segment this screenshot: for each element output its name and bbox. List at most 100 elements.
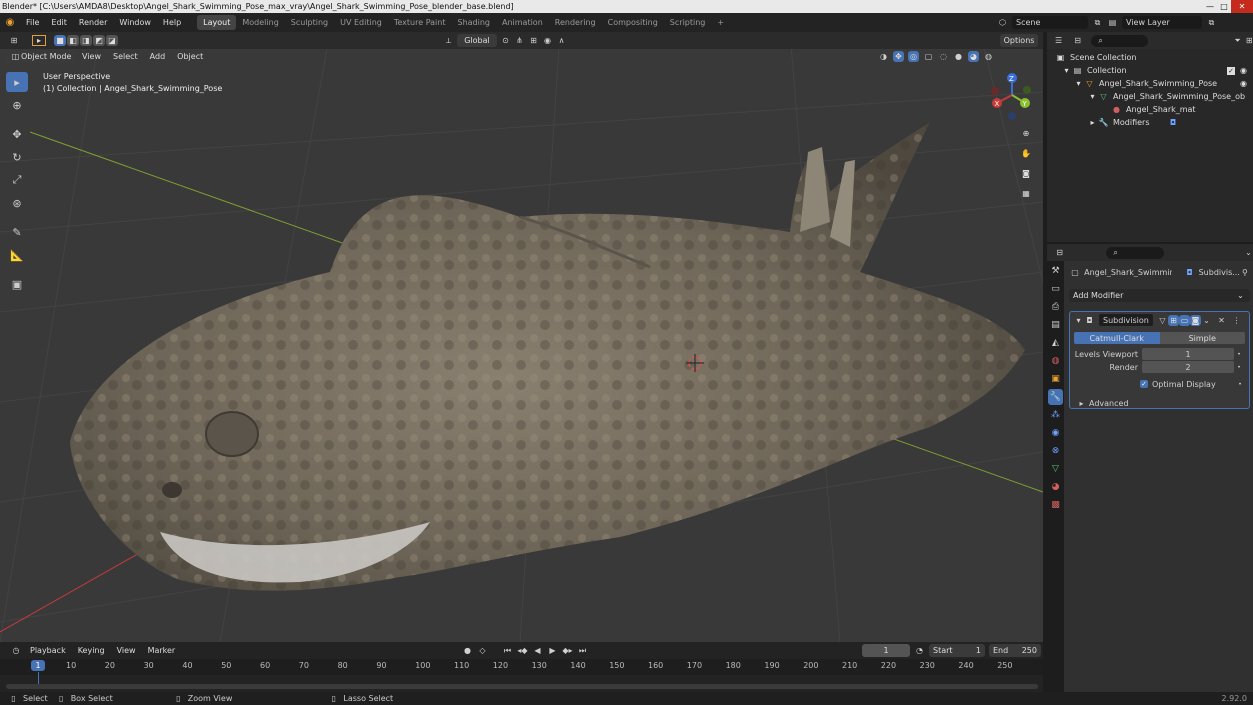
menu-render[interactable]: Render xyxy=(73,18,113,27)
proportional-falloff-icon[interactable]: ∧ xyxy=(556,35,567,46)
keyframe-icon[interactable]: ◇ xyxy=(477,645,488,656)
menu-edit[interactable]: Edit xyxy=(45,18,73,27)
display-mode-icon[interactable]: ⊟ xyxy=(1072,35,1083,46)
blender-logo-icon[interactable]: ◉ xyxy=(0,17,20,28)
outliner-mesh[interactable]: ▾ ▽ Angel_Shark_Swimming_Pose_ob xyxy=(1047,90,1253,103)
tab-shading[interactable]: Shading xyxy=(451,15,496,30)
new-scene-icon[interactable]: ⧉ xyxy=(1092,17,1103,28)
viewport-canvas[interactable]: Z X Y xyxy=(0,32,1043,642)
particles-tab-icon[interactable]: ⁂ xyxy=(1048,407,1063,423)
snap-target-icon[interactable]: ⊞ xyxy=(528,35,539,46)
select-mode-icon[interactable]: ▸ xyxy=(32,35,46,46)
simple-tab[interactable]: Simple xyxy=(1159,332,1245,344)
eye-icon[interactable]: ◉ xyxy=(1238,65,1249,76)
snap-icon[interactable]: ⋔ xyxy=(514,35,525,46)
catmull-clark-tab[interactable]: Catmull-Clark xyxy=(1074,332,1160,344)
annotate-tool-icon[interactable]: ✎ xyxy=(6,222,28,242)
view-layer-icon[interactable]: ▤ xyxy=(1107,17,1118,28)
timeline-scrollbar[interactable] xyxy=(6,684,1038,689)
close-button[interactable]: ✕ xyxy=(1231,0,1253,13)
outliner-collection[interactable]: ▾ ▤ Collection ✓ ◉ xyxy=(1047,64,1253,77)
3d-viewport[interactable]: Z X Y User Perspective (1) Collection | … xyxy=(0,32,1043,642)
scene-field[interactable]: Scene xyxy=(1012,16,1088,29)
menu-file[interactable]: File xyxy=(20,18,45,27)
xray-icon[interactable]: ▢ xyxy=(923,51,934,62)
timeline-editor[interactable]: ◷ Playback Keying View Marker ● ◇ ⏮ ◂◆ ◀… xyxy=(0,642,1043,692)
outliner-scene-collection[interactable]: ▣ Scene Collection xyxy=(1047,51,1253,64)
pivot-point-icon[interactable]: ⊙ xyxy=(500,35,511,46)
collapse-arrow-icon[interactable]: ▾ xyxy=(1087,91,1098,102)
view-layer-field[interactable]: View Layer xyxy=(1122,16,1202,29)
select-new-icon[interactable]: ■ xyxy=(54,35,66,46)
new-collection-icon[interactable]: ⊞ xyxy=(1245,35,1253,46)
overlay-toggle-icon[interactable]: ◎ xyxy=(908,51,919,62)
camera-view-icon[interactable]: ◙ xyxy=(1018,166,1034,180)
tab-compositing[interactable]: Compositing xyxy=(602,15,664,30)
viewport-toggle-icon[interactable]: ▭ xyxy=(1179,314,1190,326)
modifier-name-field[interactable]: Subdivision xyxy=(1099,314,1153,326)
start-frame-field[interactable]: Start 1 xyxy=(929,644,985,657)
next-keyframe-icon[interactable]: ◆▸ xyxy=(562,645,573,656)
render-toggle-icon[interactable]: ◙ xyxy=(1190,314,1201,326)
select-invert-icon[interactable]: ◩ xyxy=(93,35,105,46)
current-frame-field[interactable]: 1 xyxy=(862,644,910,657)
tab-animation[interactable]: Animation xyxy=(496,15,549,30)
advanced-subpanel-header[interactable]: ▸ Advanced xyxy=(1076,397,1249,409)
tab-scripting[interactable]: Scripting xyxy=(664,15,712,30)
outliner-material[interactable]: ● Angel_Shark_mat xyxy=(1047,103,1253,116)
object-tab-icon[interactable]: ▣ xyxy=(1048,371,1063,387)
play-reverse-icon[interactable]: ◀ xyxy=(532,645,543,656)
cursor-tool-icon[interactable]: ⊕ xyxy=(6,95,28,115)
texture-tab-icon[interactable]: ▩ xyxy=(1048,497,1063,513)
menu-keying[interactable]: Keying xyxy=(72,646,111,655)
levels-viewport-field[interactable]: 1 xyxy=(1142,348,1234,360)
navigation-gizmo[interactable]: Z X Y xyxy=(991,73,1031,120)
gizmo-toggle-icon[interactable]: ✥ xyxy=(893,51,904,62)
collapse-arrow-icon[interactable]: ▾ xyxy=(1061,65,1072,76)
material-tab-icon[interactable]: ◕ xyxy=(1048,479,1063,495)
world-tab-icon[interactable]: ◍ xyxy=(1048,353,1063,369)
tool-tab-icon[interactable]: ⚒ xyxy=(1048,263,1063,279)
zoom-icon[interactable]: ⊕ xyxy=(1018,126,1034,140)
keyframe-dot-icon[interactable]: • xyxy=(1234,349,1244,360)
select-intersect-icon[interactable]: ◪ xyxy=(106,35,118,46)
perspective-grid-icon[interactable]: ▦ xyxy=(1018,186,1034,200)
jump-end-icon[interactable]: ⏭ xyxy=(577,645,588,656)
menu-timeline-view[interactable]: View xyxy=(111,646,142,655)
render-levels-field[interactable]: 2 xyxy=(1142,361,1234,373)
subdivision-modifier-icon[interactable]: ◘ xyxy=(1168,117,1179,128)
menu-view[interactable]: View xyxy=(76,52,107,61)
measure-tool-icon[interactable]: 📐 xyxy=(6,245,28,265)
panel-collapse-icon[interactable]: ▾ xyxy=(1073,315,1084,326)
angel-shark-model[interactable] xyxy=(70,122,1025,591)
scene-icon[interactable]: ⬡ xyxy=(997,17,1008,28)
tab-modeling[interactable]: Modeling xyxy=(236,15,284,30)
pin-icon[interactable]: ⚲ xyxy=(1240,267,1250,278)
move-tool-icon[interactable]: ✥ xyxy=(6,124,28,144)
transform-orientation-icon[interactable]: ⟂ xyxy=(443,35,454,46)
outliner-search-input[interactable]: ⌕ xyxy=(1091,34,1148,47)
options-dropdown[interactable]: Options xyxy=(1000,34,1038,47)
properties-search-input[interactable]: ⌕ xyxy=(1106,246,1165,259)
keyframe-dot-icon[interactable]: • xyxy=(1235,379,1245,390)
shading-solid-icon[interactable]: ● xyxy=(953,51,964,62)
jump-start-icon[interactable]: ⏮ xyxy=(502,645,513,656)
orientation-dropdown[interactable]: Global xyxy=(457,34,497,47)
select-subtract-icon[interactable]: ◨ xyxy=(80,35,92,46)
menu-select[interactable]: Select xyxy=(107,52,144,61)
tab-uv-editing[interactable]: UV Editing xyxy=(334,15,388,30)
record-icon[interactable]: ● xyxy=(462,645,473,656)
menu-help[interactable]: Help xyxy=(157,18,187,27)
outliner-modifiers[interactable]: ▸ 🔧 Modifiers ◘ xyxy=(1047,116,1253,129)
select-box-tool-icon[interactable]: ▸ xyxy=(6,72,28,92)
on-cage-toggle-icon[interactable]: ⊞ xyxy=(1168,314,1179,326)
properties-options-icon[interactable]: ⌄ xyxy=(1244,247,1253,258)
prev-keyframe-icon[interactable]: ◂◆ xyxy=(517,645,528,656)
menu-object[interactable]: Object xyxy=(171,52,209,61)
shading-wireframe-icon[interactable]: ◌ xyxy=(938,51,949,62)
menu-playback[interactable]: Playback xyxy=(24,646,72,655)
proportional-edit-icon[interactable]: ◉ xyxy=(542,35,553,46)
shading-rendered-icon[interactable]: ◍ xyxy=(983,51,994,62)
tab-sculpting[interactable]: Sculpting xyxy=(285,15,334,30)
end-frame-field[interactable]: End 250 xyxy=(989,644,1041,657)
